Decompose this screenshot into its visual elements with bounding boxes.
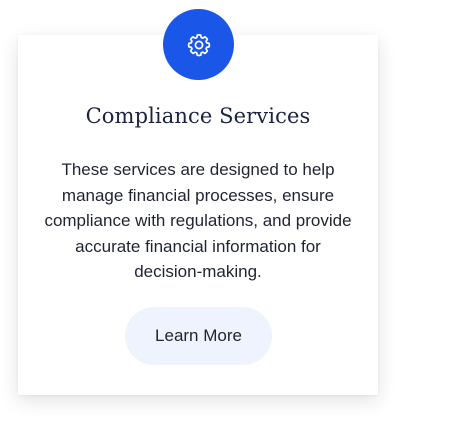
page: Compliance Services These services are d… [0,0,466,434]
card-title: Compliance Services [85,104,311,128]
service-icon-badge [163,9,234,80]
card-description: These services are designed to help mana… [44,160,352,281]
gear-icon [186,32,212,58]
learn-more-button[interactable]: Learn More [125,307,272,365]
